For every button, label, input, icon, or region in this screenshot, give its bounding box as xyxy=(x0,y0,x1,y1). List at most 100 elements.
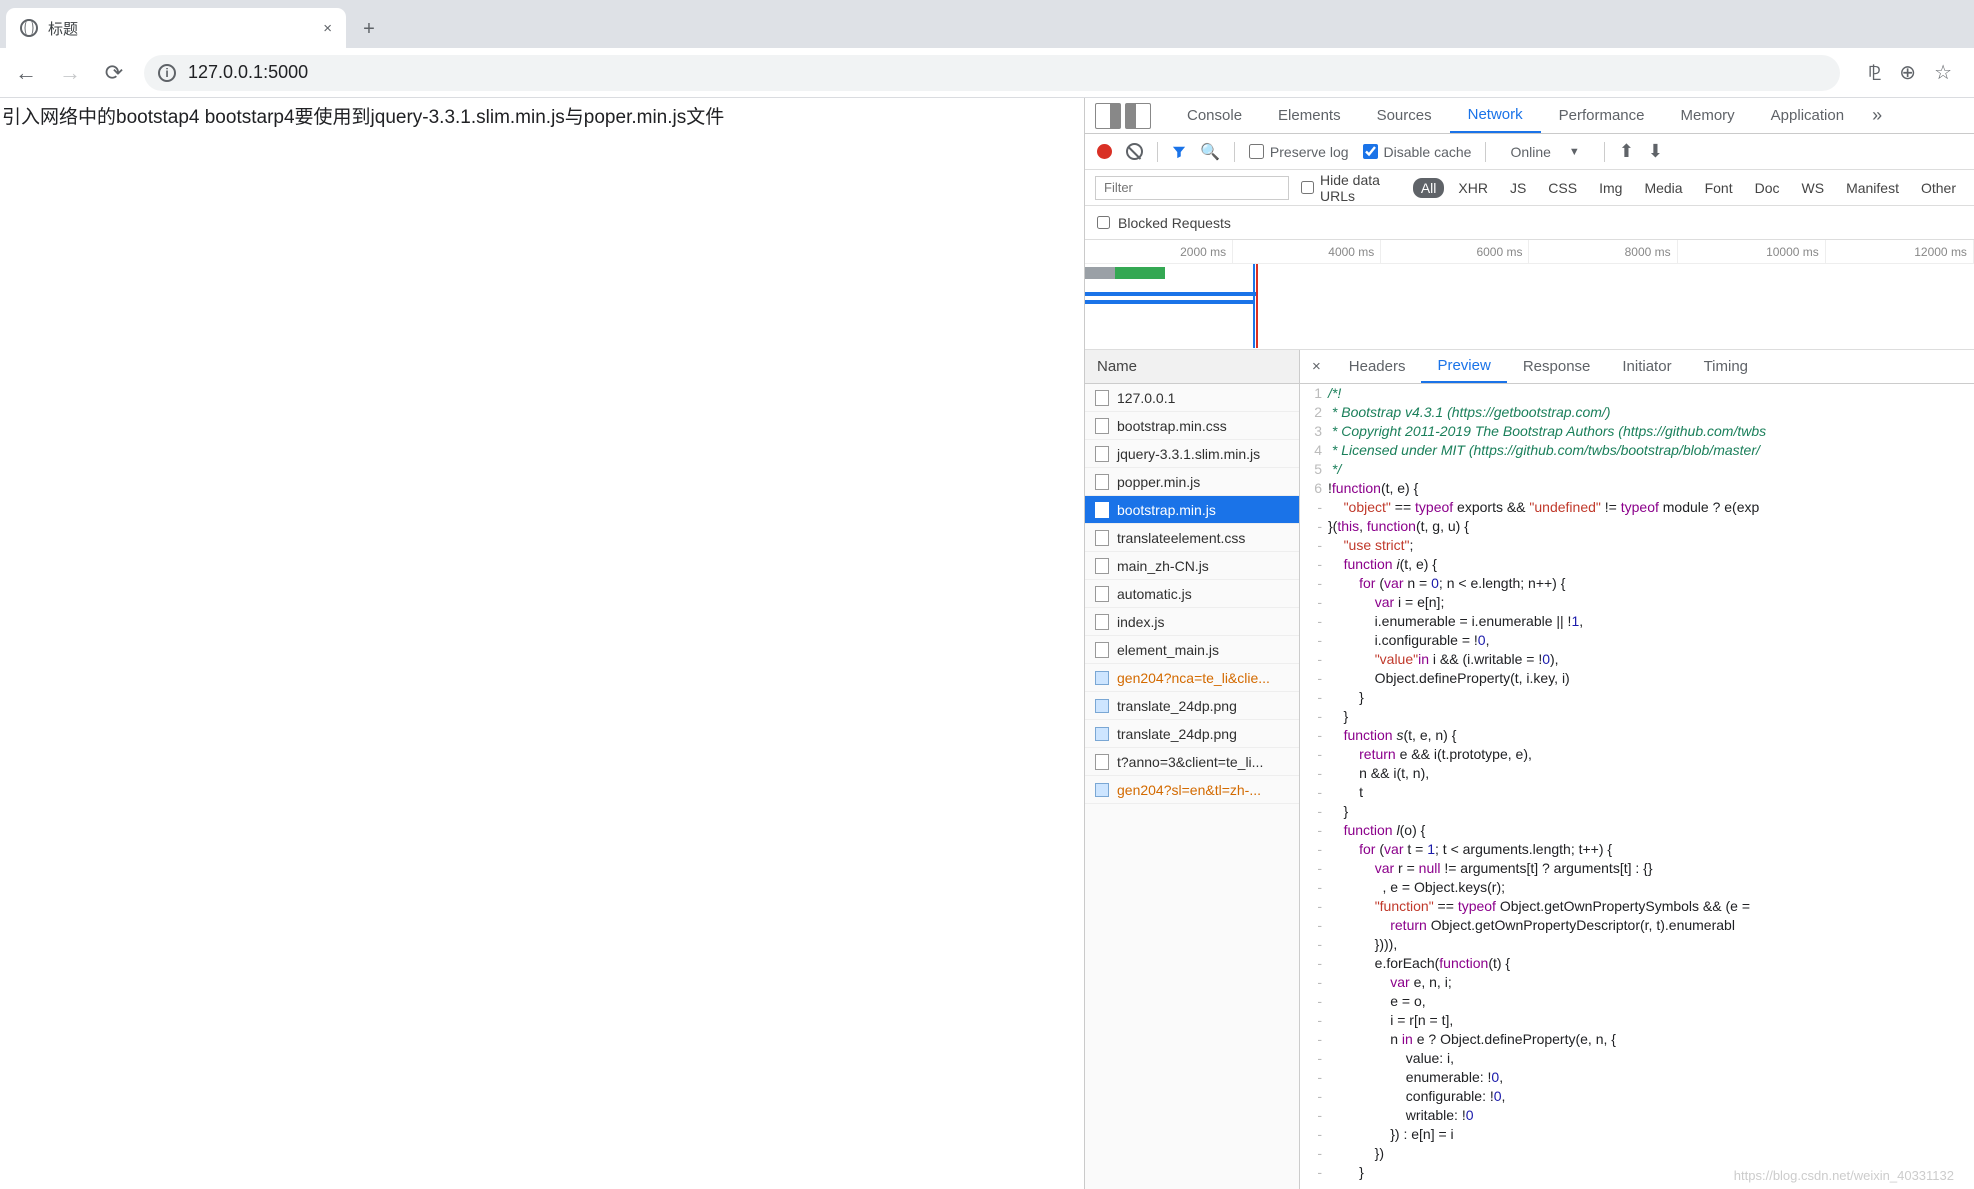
devtools-tab-application[interactable]: Application xyxy=(1753,98,1862,133)
image-icon xyxy=(1095,699,1109,713)
disable-cache-checkbox[interactable]: Disable cache xyxy=(1363,144,1472,160)
request-row[interactable]: t?anno=3&client=te_li... xyxy=(1085,748,1299,776)
devtools-tab-console[interactable]: Console xyxy=(1169,98,1260,133)
load-line xyxy=(1256,264,1258,348)
translate-icon[interactable]: ⅊ xyxy=(1868,59,1882,86)
file-icon xyxy=(1095,754,1109,770)
site-info-icon[interactable]: i xyxy=(158,64,176,82)
file-icon xyxy=(1095,586,1109,602)
clear-button[interactable] xyxy=(1126,143,1143,160)
type-filter-img[interactable]: Img xyxy=(1591,178,1630,198)
request-row[interactable]: popper.min.js xyxy=(1085,468,1299,496)
download-har-icon[interactable]: ⬇ xyxy=(1648,141,1663,162)
preview-pane[interactable]: 1/*!2 * Bootstrap v4.3.1 (https://getboo… xyxy=(1300,384,1974,1189)
back-button[interactable]: ← xyxy=(8,55,44,91)
filter-icon[interactable] xyxy=(1172,145,1186,159)
browser-tab[interactable]: 标题 × xyxy=(6,8,346,48)
new-tab-button[interactable]: + xyxy=(354,14,384,44)
request-list: Name 127.0.0.1bootstrap.min.cssjquery-3.… xyxy=(1085,350,1300,1189)
type-filter-media[interactable]: Media xyxy=(1636,178,1690,198)
close-icon[interactable]: × xyxy=(323,20,332,37)
detail-tab-timing[interactable]: Timing xyxy=(1688,350,1764,383)
file-icon xyxy=(1095,390,1109,406)
upload-har-icon[interactable]: ⬆ xyxy=(1619,141,1634,162)
network-toolbar: 🔍 Preserve log Disable cache Online ▼ ⬆ … xyxy=(1085,134,1974,170)
request-row[interactable]: translateelement.css xyxy=(1085,524,1299,552)
devtools-tab-performance[interactable]: Performance xyxy=(1541,98,1663,133)
devtools-tab-elements[interactable]: Elements xyxy=(1260,98,1359,133)
detail-tab-headers[interactable]: Headers xyxy=(1333,350,1422,383)
file-icon xyxy=(1095,418,1109,434)
type-filter-ws[interactable]: WS xyxy=(1794,178,1833,198)
type-filter-all[interactable]: All xyxy=(1413,178,1445,198)
network-filter-bar: Hide data URLs AllXHR JS CSS Img Media Font Do… xyxy=(1085,170,1974,206)
address-bar: ← → ⟳ i 127.0.0.1:5000 ⅊ ⊕ ☆ xyxy=(0,48,1974,98)
zoom-icon[interactable]: ⊕ xyxy=(1899,60,1916,85)
watermark-text: https://blog.csdn.net/weixin_40331132 xyxy=(1734,1168,1954,1183)
search-icon[interactable]: 🔍 xyxy=(1200,142,1220,162)
timeline-bar xyxy=(1115,267,1165,279)
request-row[interactable]: bootstrap.min.css xyxy=(1085,412,1299,440)
type-filter-css[interactable]: CSS xyxy=(1540,178,1585,198)
detail-tab-response[interactable]: Response xyxy=(1507,350,1607,383)
image-icon xyxy=(1095,783,1109,797)
detail-tab-preview[interactable]: Preview xyxy=(1421,350,1506,383)
file-icon xyxy=(1095,558,1109,574)
request-row[interactable]: translate_24dp.png xyxy=(1085,692,1299,720)
file-icon xyxy=(1095,446,1109,462)
preserve-log-checkbox[interactable]: Preserve log xyxy=(1249,144,1349,160)
request-row[interactable]: gen204?sl=en&tl=zh-... xyxy=(1085,776,1299,804)
request-row[interactable]: jquery-3.3.1.slim.min.js xyxy=(1085,440,1299,468)
type-filter-manifest[interactable]: Manifest xyxy=(1838,178,1907,198)
type-filter-doc[interactable]: Doc xyxy=(1747,178,1788,198)
record-button[interactable] xyxy=(1097,144,1112,159)
devtools-tab-sources[interactable]: Sources xyxy=(1359,98,1450,133)
more-tabs-button[interactable]: » xyxy=(1862,105,1892,126)
name-column-header[interactable]: Name xyxy=(1085,350,1299,384)
request-row[interactable]: element_main.js xyxy=(1085,636,1299,664)
devtools-tab-memory[interactable]: Memory xyxy=(1663,98,1753,133)
network-timeline[interactable]: 2000 ms4000 ms6000 ms8000 ms10000 ms1200… xyxy=(1085,240,1974,350)
blocked-requests-toggle[interactable]: Blocked Requests xyxy=(1085,206,1974,240)
tab-title: 标题 xyxy=(48,18,313,39)
globe-icon xyxy=(20,19,38,37)
bookmark-icon[interactable]: ☆ xyxy=(1934,60,1952,85)
request-detail: × HeadersPreviewResponseInitiatorTiming … xyxy=(1300,350,1974,1189)
devtools-tabbar: ConsoleElementsSourcesNetworkPerformance… xyxy=(1085,98,1974,134)
image-icon xyxy=(1095,727,1109,741)
type-filter-other[interactable]: Other xyxy=(1913,178,1964,198)
request-row[interactable]: gen204?nca=te_li&clie... xyxy=(1085,664,1299,692)
file-icon xyxy=(1095,614,1109,630)
request-row[interactable]: main_zh-CN.js xyxy=(1085,552,1299,580)
request-row[interactable]: bootstrap.min.js xyxy=(1085,496,1299,524)
devtools-tab-network[interactable]: Network xyxy=(1450,98,1541,133)
inspect-icon[interactable] xyxy=(1095,103,1121,129)
devtools-panel: ConsoleElementsSourcesNetworkPerformance… xyxy=(1084,98,1974,1189)
domcontent-line xyxy=(1253,264,1255,348)
type-filter-js[interactable]: JS xyxy=(1502,178,1534,198)
file-icon xyxy=(1095,474,1109,490)
image-icon xyxy=(1095,671,1109,685)
request-row[interactable]: automatic.js xyxy=(1085,580,1299,608)
timeline-bar xyxy=(1085,300,1255,304)
request-row[interactable]: index.js xyxy=(1085,608,1299,636)
filter-input[interactable] xyxy=(1095,176,1289,200)
device-toggle-icon[interactable] xyxy=(1125,103,1151,129)
chevron-down-icon: ▼ xyxy=(1569,146,1580,158)
request-row[interactable]: 127.0.0.1 xyxy=(1085,384,1299,412)
url-bar[interactable]: i 127.0.0.1:5000 xyxy=(144,55,1840,91)
request-row[interactable]: translate_24dp.png xyxy=(1085,720,1299,748)
type-filter-font[interactable]: Font xyxy=(1697,178,1741,198)
throttling-select[interactable]: Online ▼ xyxy=(1500,144,1589,160)
file-icon xyxy=(1095,502,1109,518)
file-icon xyxy=(1095,642,1109,658)
reload-button[interactable]: ⟳ xyxy=(96,55,132,91)
forward-button[interactable]: → xyxy=(52,55,88,91)
detail-tab-initiator[interactable]: Initiator xyxy=(1606,350,1687,383)
type-filter-xhr[interactable]: XHR xyxy=(1450,178,1496,198)
url-text: 127.0.0.1:5000 xyxy=(188,62,1826,83)
browser-tabstrip: 标题 × + xyxy=(0,0,1974,48)
close-detail-button[interactable]: × xyxy=(1300,358,1333,375)
timeline-bar xyxy=(1085,292,1256,296)
hide-data-urls-checkbox[interactable]: Hide data URLs xyxy=(1301,172,1401,204)
